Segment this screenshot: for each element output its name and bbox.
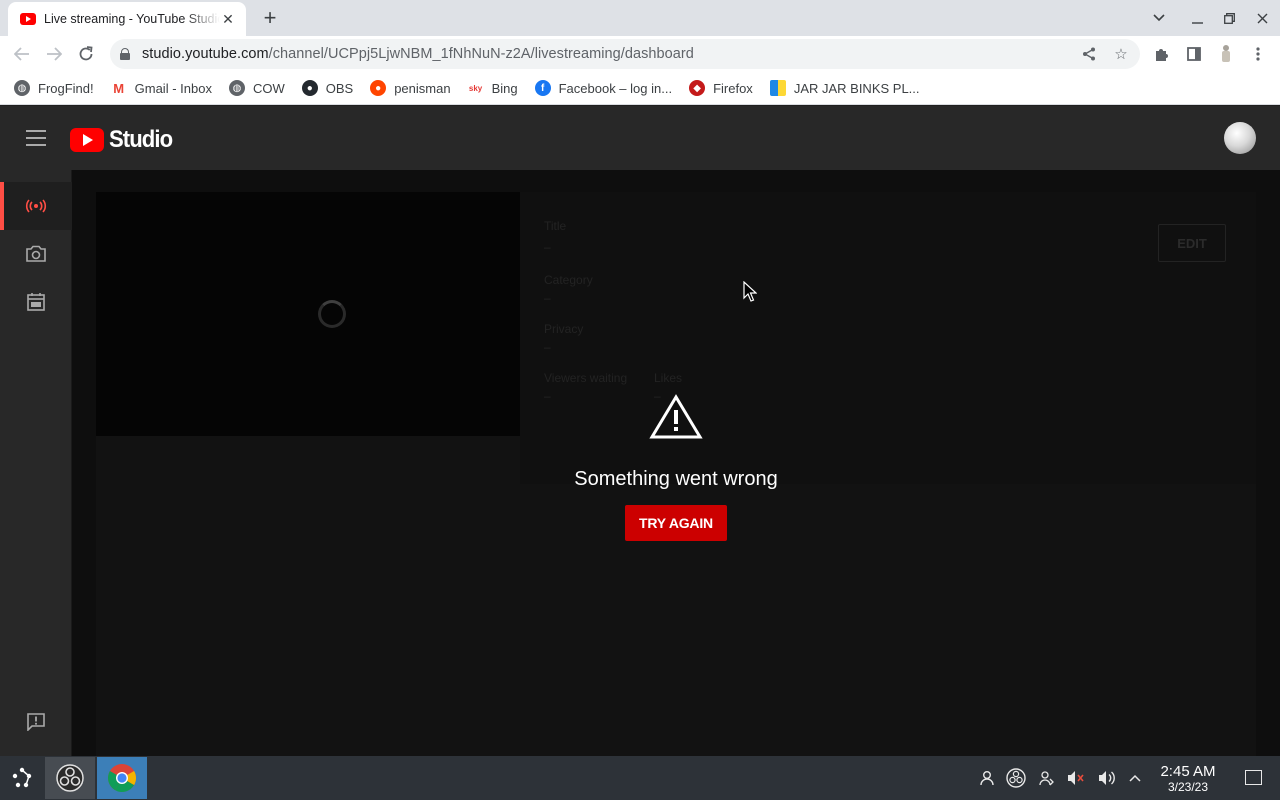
- calendar-icon: [27, 293, 45, 311]
- taskbar-chrome[interactable]: [97, 757, 147, 799]
- bookmark-jarjar[interactable]: JAR JAR BINKS PL...: [769, 80, 920, 96]
- title-value: –: [544, 240, 551, 254]
- warning-icon: [649, 394, 703, 439]
- error-state: Something went wrong TRY AGAIN: [450, 394, 902, 541]
- bookmark-label: JAR JAR BINKS PL...: [793, 80, 920, 96]
- studio-header: Studio: [0, 106, 1280, 170]
- address-bar[interactable]: studio.youtube.com/channel/UCPpj5LjwNBM_…: [110, 39, 1140, 69]
- browser-tab[interactable]: Live streaming - YouTube Studio ✕: [8, 2, 246, 36]
- reddit-icon: ●: [370, 80, 387, 96]
- accounts-tray-icon[interactable]: [1037, 768, 1057, 788]
- chrome-icon: [108, 764, 136, 792]
- clock-time: 2:45 AM: [1160, 763, 1216, 780]
- bookmark-label: COW: [252, 80, 285, 96]
- youtube-favicon-icon: [20, 13, 36, 25]
- category-label: Category: [544, 273, 593, 287]
- privacy-value: –: [544, 340, 551, 354]
- extensions-puzzle-icon[interactable]: [1148, 40, 1176, 68]
- clock-date: 3/23/23: [1167, 780, 1209, 794]
- github-icon: ●: [301, 80, 318, 96]
- tray-expand-chevron-icon[interactable]: [1125, 768, 1145, 788]
- bookmark-gmail[interactable]: M Gmail - Inbox: [111, 80, 212, 96]
- system-clock[interactable]: 2:45 AM 3/23/23: [1152, 763, 1224, 795]
- volume-icon[interactable]: [1097, 768, 1117, 788]
- close-window-button[interactable]: [1248, 6, 1276, 30]
- bag-icon: [769, 80, 786, 96]
- live-broadcast-icon: [25, 199, 47, 213]
- restore-button[interactable]: [1215, 6, 1243, 30]
- share-icon[interactable]: [1080, 45, 1098, 63]
- reload-button[interactable]: [72, 40, 100, 68]
- bookmark-label: Gmail - Inbox: [134, 80, 212, 96]
- bookmark-bing[interactable]: sky Bing: [468, 80, 518, 96]
- likes-label: Likes: [654, 371, 683, 385]
- try-again-button[interactable]: TRY AGAIN: [625, 505, 727, 541]
- bing-icon: sky: [468, 83, 483, 93]
- minimize-button[interactable]: [1183, 6, 1211, 30]
- muted-speaker-icon[interactable]: [1066, 768, 1086, 788]
- app-launcher-button[interactable]: [0, 756, 44, 800]
- lock-icon: [120, 48, 130, 60]
- bookmark-facebook[interactable]: f Facebook – log in...: [534, 80, 673, 96]
- taskbar-obs[interactable]: [45, 757, 95, 799]
- mouse-cursor-icon: [743, 281, 757, 302]
- studio-logo-text: Studio: [109, 126, 173, 153]
- launcher-icon: [12, 767, 32, 788]
- bookmark-label: Facebook – log in...: [558, 80, 673, 96]
- facebook-icon: f: [534, 80, 551, 96]
- url-text: studio.youtube.com/channel/UCPpj5LjwNBM_…: [142, 46, 694, 62]
- loading-spinner-icon: [318, 300, 346, 328]
- privacy-label: Privacy: [544, 322, 584, 336]
- forward-button[interactable]: [40, 40, 68, 68]
- sidebar-item-webcam[interactable]: [0, 230, 72, 278]
- account-avatar[interactable]: [1224, 122, 1256, 154]
- studio-sidebar: [0, 170, 72, 756]
- youtube-play-icon: [70, 128, 104, 152]
- sidebar-item-live[interactable]: [0, 182, 72, 230]
- sidebar-item-feedback[interactable]: [0, 698, 72, 746]
- sidebar-item-manage[interactable]: [0, 278, 72, 326]
- bookmark-label: penisman: [394, 80, 451, 96]
- bookmark-penisman[interactable]: ● penisman: [370, 80, 451, 96]
- bookmarks-bar: ◍ FrogFind! M Gmail - Inbox ◍ COW ● OBS …: [0, 72, 1280, 105]
- show-desktop-button[interactable]: [1245, 770, 1262, 785]
- camera-icon: [26, 245, 46, 262]
- browser-tabstrip: Live streaming - YouTube Studio ✕ +: [0, 0, 1280, 36]
- title-label: Title: [544, 219, 567, 233]
- feedback-icon: [27, 713, 45, 731]
- os-taskbar: 2:45 AM 3/23/23: [0, 756, 1280, 800]
- globe-icon: ◍: [228, 80, 245, 96]
- category-value: –: [544, 291, 551, 305]
- bookmark-frogfind[interactable]: ◍ FrogFind!: [14, 80, 94, 96]
- hamburger-menu-icon[interactable]: [26, 130, 46, 146]
- profile-avatar-icon[interactable]: [1212, 40, 1240, 68]
- edit-button[interactable]: EDIT: [1158, 224, 1226, 262]
- globe-icon: ◍: [14, 80, 30, 96]
- obs-icon: [56, 764, 84, 792]
- browser-toolbar: studio.youtube.com/channel/UCPpj5LjwNBM_…: [0, 36, 1280, 72]
- side-panel-icon[interactable]: [1180, 40, 1208, 68]
- bookmark-label: Bing: [491, 80, 518, 96]
- back-button[interactable]: [8, 40, 36, 68]
- tab-search-chevron-icon[interactable]: [1145, 6, 1173, 30]
- bookmark-star-icon[interactable]: ☆: [1112, 45, 1130, 63]
- bookmark-label: FrogFind!: [38, 80, 94, 96]
- gmail-icon: M: [113, 80, 125, 96]
- firefox-icon: ◆: [689, 80, 706, 96]
- user-tray-icon[interactable]: [977, 768, 997, 788]
- viewers-waiting-label: Viewers waiting: [544, 371, 628, 385]
- bookmark-obs[interactable]: ● OBS: [301, 80, 354, 96]
- studio-logo[interactable]: Studio: [70, 126, 178, 154]
- new-tab-button[interactable]: +: [258, 6, 282, 30]
- chrome-menu-icon[interactable]: [1244, 40, 1272, 68]
- obs-tray-icon[interactable]: [1006, 768, 1026, 788]
- tab-close-icon[interactable]: ✕: [220, 11, 236, 27]
- error-message: Something went wrong: [574, 468, 778, 490]
- bookmark-label: OBS: [325, 80, 354, 96]
- bookmark-firefox[interactable]: ◆ Firefox: [689, 80, 753, 96]
- bookmark-label: Firefox: [713, 80, 753, 96]
- tab-title: Live streaming - YouTube Studio: [44, 12, 220, 26]
- bookmark-cow[interactable]: ◍ COW: [228, 80, 285, 96]
